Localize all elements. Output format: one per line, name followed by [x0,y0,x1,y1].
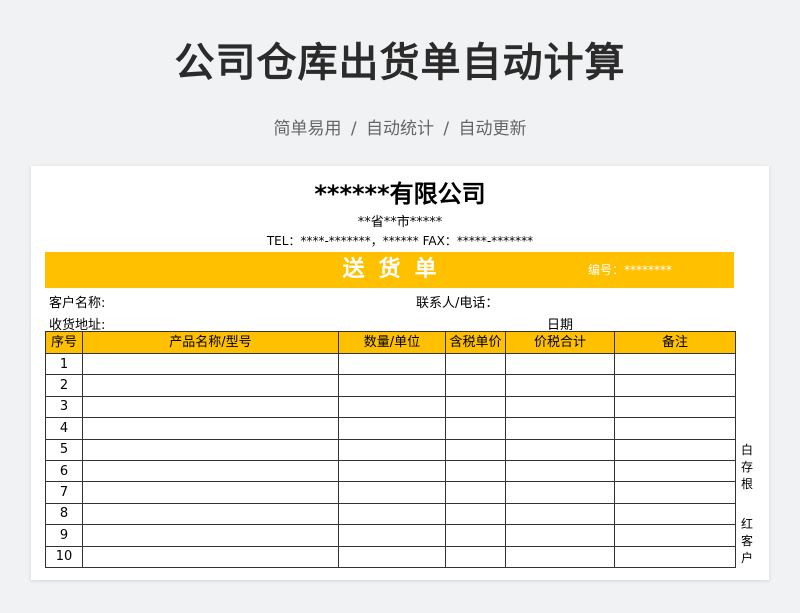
product-cell[interactable] [82,545,339,568]
product-cell[interactable] [82,481,339,504]
remark-cell[interactable] [614,438,736,461]
total-cell[interactable] [505,502,615,526]
remark-cell[interactable] [614,374,736,397]
unit-price-cell[interactable] [445,545,506,568]
unit-price-cell[interactable] [445,524,506,547]
row-index: 8 [45,502,83,526]
total-cell[interactable] [505,545,615,568]
row-index: 7 [45,481,83,504]
unit-price-cell[interactable] [445,438,506,461]
table-header-row: 序号 产品名称/型号 数量/单位 含税单价 价税合计 备注 [45,331,736,354]
page-subtitle: 简单易用 / 自动统计 / 自动更新 [273,119,527,139]
unit-price-cell[interactable] [445,502,506,526]
total-cell[interactable] [505,438,615,461]
remark-cell[interactable] [614,545,736,568]
row-index: 10 [45,545,83,568]
product-cell[interactable] [82,502,339,526]
quantity-cell[interactable] [338,502,446,526]
total-cell[interactable] [505,395,615,419]
quantity-cell[interactable] [338,459,446,483]
product-cell[interactable] [82,352,339,376]
table-row: 10 [45,545,736,568]
remark-cell[interactable] [614,395,736,419]
row-index: 1 [45,352,83,376]
col-header-product: 产品名称/型号 [82,331,339,354]
quantity-cell[interactable] [338,352,446,376]
col-header-unit-price: 含税单价 [445,331,506,354]
customer-name-label: 客户名称: [49,296,106,311]
company-name: ******有限公司 [314,180,486,208]
unit-price-cell[interactable] [445,481,506,504]
quantity-cell[interactable] [338,417,446,440]
side-note-white-stub: 白 存 根 [740,443,753,491]
remark-cell[interactable] [614,502,736,526]
table-row: 1 [45,352,736,376]
table-row: 4 [45,417,736,440]
total-cell[interactable] [505,352,615,376]
col-header-total: 价税合计 [505,331,615,354]
table-row: 2 [45,374,736,397]
product-cell[interactable] [82,438,339,461]
quantity-cell[interactable] [338,438,446,461]
table-row: 7 [45,481,736,504]
form-number: 编号：******** [588,263,673,277]
product-cell[interactable] [82,524,339,547]
unit-price-cell[interactable] [445,459,506,483]
table-row: 9 [45,524,736,547]
quantity-cell[interactable] [338,524,446,547]
total-cell[interactable] [505,524,615,547]
col-header-index: 序号 [45,331,83,354]
quantity-cell[interactable] [338,395,446,419]
items-table: 序号 产品名称/型号 数量/单位 含税单价 价税合计 备注 1 2 3 4 5 … [45,331,736,568]
quantity-cell[interactable] [338,545,446,568]
form-banner: 送货单 编号：******** [45,252,734,288]
quantity-cell[interactable] [338,481,446,504]
remark-cell[interactable] [614,481,736,504]
contact-person-label: 联系人/电话： [416,296,499,311]
side-note-red-customer: 红 客 户 [740,517,753,565]
row-index: 9 [45,524,83,547]
unit-price-cell[interactable] [445,374,506,397]
row-index: 6 [45,459,83,483]
row-index: 5 [45,438,83,461]
table-row: 6 [45,459,736,483]
table-row: 8 [45,502,736,526]
row-index: 4 [45,417,83,440]
delivery-note-sheet: ******有限公司 **省**市***** TEL：****-*******，… [31,166,769,580]
product-cell[interactable] [82,374,339,397]
product-cell[interactable] [82,417,339,440]
product-cell[interactable] [82,459,339,483]
remark-cell[interactable] [614,459,736,483]
company-contact: TEL：****-*******，****** FAX：*****-******… [266,234,534,248]
table-row: 3 [45,395,736,419]
company-address: **省**市***** [357,215,443,230]
unit-price-cell[interactable] [445,417,506,440]
row-index: 3 [45,395,83,419]
row-index: 2 [45,374,83,397]
remark-cell[interactable] [614,524,736,547]
remark-cell[interactable] [614,417,736,440]
total-cell[interactable] [505,481,615,504]
remark-cell[interactable] [614,352,736,376]
col-header-remark: 备注 [614,331,736,354]
page-title: 公司仓库出货单自动计算 [174,40,626,86]
total-cell[interactable] [505,459,615,483]
total-cell[interactable] [505,417,615,440]
product-cell[interactable] [82,395,339,419]
col-header-quantity: 数量/单位 [338,331,446,354]
total-cell[interactable] [505,374,615,397]
quantity-cell[interactable] [338,374,446,397]
table-row: 5 [45,438,736,461]
unit-price-cell[interactable] [445,395,506,419]
unit-price-cell[interactable] [445,352,506,376]
